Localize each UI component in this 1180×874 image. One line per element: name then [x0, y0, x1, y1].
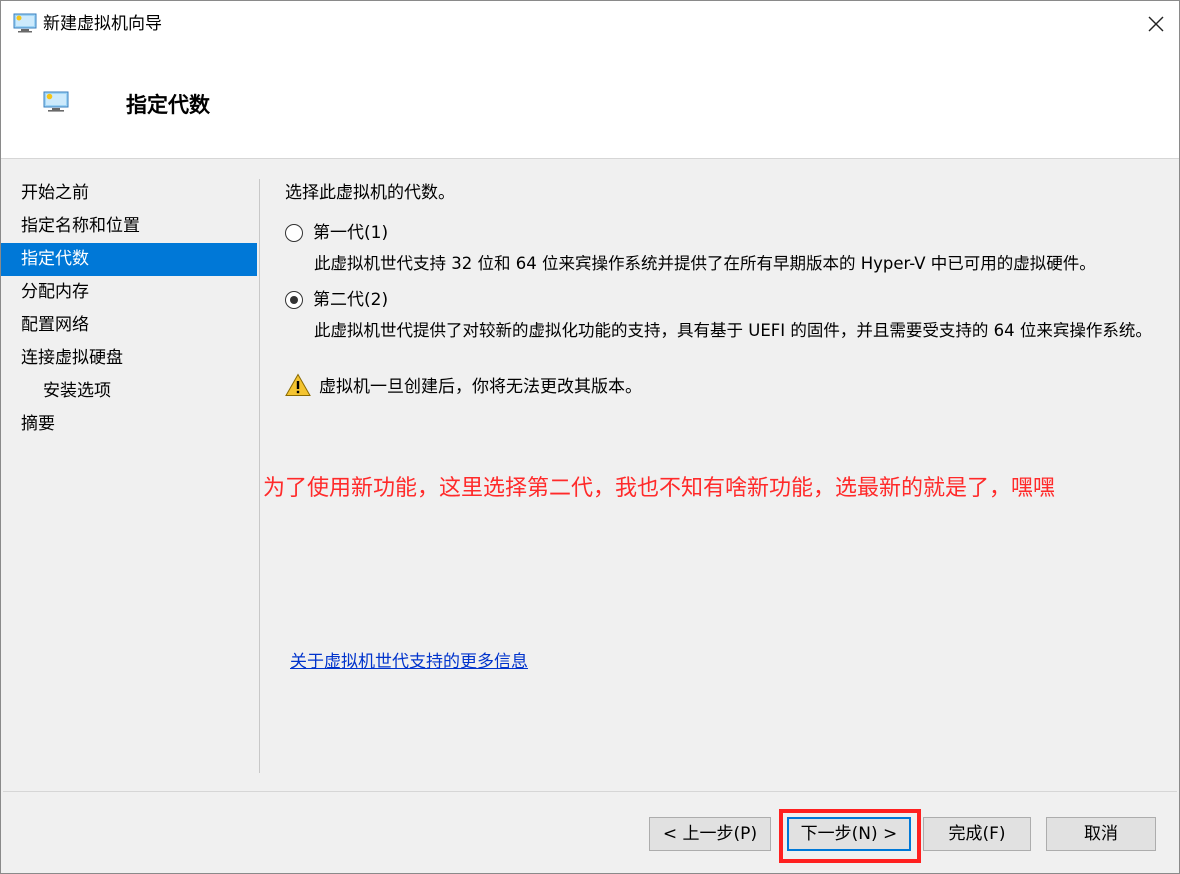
finish-button[interactable]: 完成(F): [923, 817, 1031, 851]
title-bar: 新建虚拟机向导: [1, 1, 1179, 47]
nav-item-install-options[interactable]: 安装选项: [1, 375, 257, 408]
nav-item-name-location[interactable]: 指定名称和位置: [1, 210, 257, 243]
hyper-v-vm-icon: [43, 91, 69, 112]
generation-2-description: 此虚拟机世代提供了对较新的虚拟化功能的支持，具有基于 UEFI 的固件，并且需要…: [314, 321, 1152, 340]
generation-prompt: 选择此虚拟机的代数。: [285, 183, 455, 203]
nav-item-generation[interactable]: 指定代数: [1, 243, 257, 276]
close-button[interactable]: [1133, 1, 1179, 47]
warning-row: 虚拟机一旦创建后，你将无法更改其版本。: [285, 372, 642, 397]
generation-1-radio[interactable]: [285, 224, 303, 242]
nav-item-memory[interactable]: 分配内存: [1, 276, 257, 309]
hyper-v-vm-icon: [13, 13, 37, 33]
wizard-steps-nav: 开始之前 指定名称和位置 指定代数 分配内存 配置网络 连接虚拟硬盘 安装选项 …: [1, 177, 259, 441]
generation-2-label: 第二代(2): [313, 290, 389, 310]
generation-1-label: 第一代(1): [313, 223, 389, 243]
warning-text: 虚拟机一旦创建后，你将无法更改其版本。: [319, 377, 642, 397]
close-icon: [1148, 16, 1164, 32]
page-title: 指定代数: [126, 93, 210, 117]
generation-1-description: 此虚拟机世代支持 32 位和 64 位来宾操作系统并提供了在所有早期版本的 Hy…: [314, 254, 1096, 273]
warning-icon: [285, 372, 311, 396]
wizard-header: 指定代数: [1, 47, 1179, 159]
cancel-button[interactable]: 取消: [1046, 817, 1156, 851]
nav-item-virtual-disk[interactable]: 连接虚拟硬盘: [1, 342, 257, 375]
footer-divider: [3, 791, 1177, 792]
wizard-window: 新建虚拟机向导 指定代数 开始之前 指定名称和位置 指定代数 分配内存 配置网络…: [0, 0, 1180, 874]
generation-1-option[interactable]: 第一代(1): [285, 219, 388, 247]
nav-item-before-you-begin[interactable]: 开始之前: [1, 177, 257, 210]
generation-2-option[interactable]: 第二代(2): [285, 286, 388, 314]
annotation-note: 为了使用新功能，这里选择第二代，我也不知有啥新功能，选最新的就是了，嘿嘿: [263, 476, 1056, 501]
window-title: 新建虚拟机向导: [43, 14, 162, 34]
more-info-link[interactable]: 关于虚拟机世代支持的更多信息: [290, 649, 528, 675]
highlight-box-annotation: [779, 809, 921, 863]
nav-divider: [259, 179, 260, 773]
nav-item-summary[interactable]: 摘要: [1, 408, 257, 441]
nav-item-network[interactable]: 配置网络: [1, 309, 257, 342]
previous-button[interactable]: < 上一步(P): [649, 817, 771, 851]
generation-2-radio[interactable]: [285, 291, 303, 309]
